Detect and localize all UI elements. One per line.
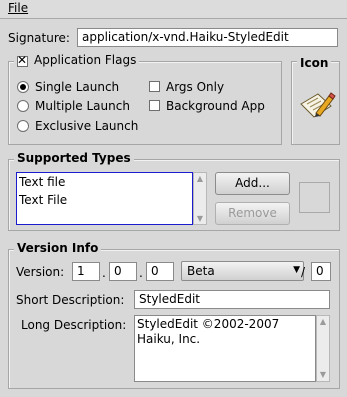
checkmark-icon: ✕ [17,53,28,67]
pencil-paper-icon[interactable] [296,84,336,124]
version-internal-input[interactable]: 0 [311,262,331,281]
version-slash: / [301,265,306,279]
version-middle-input[interactable]: 0 [109,262,137,281]
supported-types-list[interactable]: Text file Text File [16,172,193,225]
list-item[interactable]: Text file [19,175,65,189]
background-app-checkbox[interactable] [149,100,160,111]
icon-box-title: Icon [297,56,332,70]
version-label: Version: [16,265,65,279]
args-only-label: Args Only [166,80,225,94]
single-launch-radio[interactable] [17,81,29,93]
version-minor-input[interactable]: 0 [146,262,174,281]
version-dot-1: . [102,266,106,280]
scroll-up-icon[interactable]: ▲ [194,174,206,183]
scroll-up-icon[interactable]: ▲ [317,317,329,326]
add-type-button[interactable]: Add... [215,172,290,195]
exclusive-launch-label: Exclusive Launch [35,119,139,133]
version-variety-select[interactable]: Beta ▼ [181,261,304,281]
scroll-down-icon[interactable]: ▼ [317,370,329,379]
supported-types-title: Supported Types [14,151,134,165]
long-description-line: Haiku, Inc. [137,332,201,346]
application-flags-label: Application Flags [34,53,137,67]
variety-value: Beta [187,264,215,278]
supported-types-scrollbar[interactable]: ▲ ▼ [193,172,207,225]
signature-input[interactable]: application/x-vnd.Haiku-StyledEdit [77,28,338,47]
background-app-label: Background App [166,99,265,113]
long-description-scrollbar[interactable]: ▲ ▼ [316,315,330,382]
short-description-input[interactable]: StyledEdit [134,290,330,309]
chevron-down-icon: ▼ [293,265,300,275]
remove-type-button[interactable]: Remove [215,202,290,225]
long-description-textarea[interactable]: StyledEdit ©2002-2007 Haiku, Inc. [134,315,316,382]
single-launch-label: Single Launch [35,80,120,94]
application-flags-header[interactable]: ✕ Application Flags [14,53,140,67]
long-description-line: StyledEdit ©2002-2007 [137,317,280,331]
scroll-down-icon[interactable]: ▼ [194,214,206,223]
multiple-launch-label: Multiple Launch [35,99,130,113]
menu-bar: File [0,0,347,19]
menu-file[interactable]: File [8,1,28,15]
list-item[interactable]: Text File [19,193,67,207]
version-dot-2: . [139,266,143,280]
exclusive-launch-radio[interactable] [17,120,29,132]
type-icon-well[interactable] [299,182,330,213]
version-major-input[interactable]: 1 [72,262,100,281]
args-only-checkbox[interactable] [149,81,160,92]
long-description-label: Long Description: [21,318,127,332]
multiple-launch-radio[interactable] [17,100,29,112]
short-description-label: Short Description: [16,293,125,307]
signature-label: Signature: [8,31,70,45]
version-info-title: Version Info [14,241,102,255]
